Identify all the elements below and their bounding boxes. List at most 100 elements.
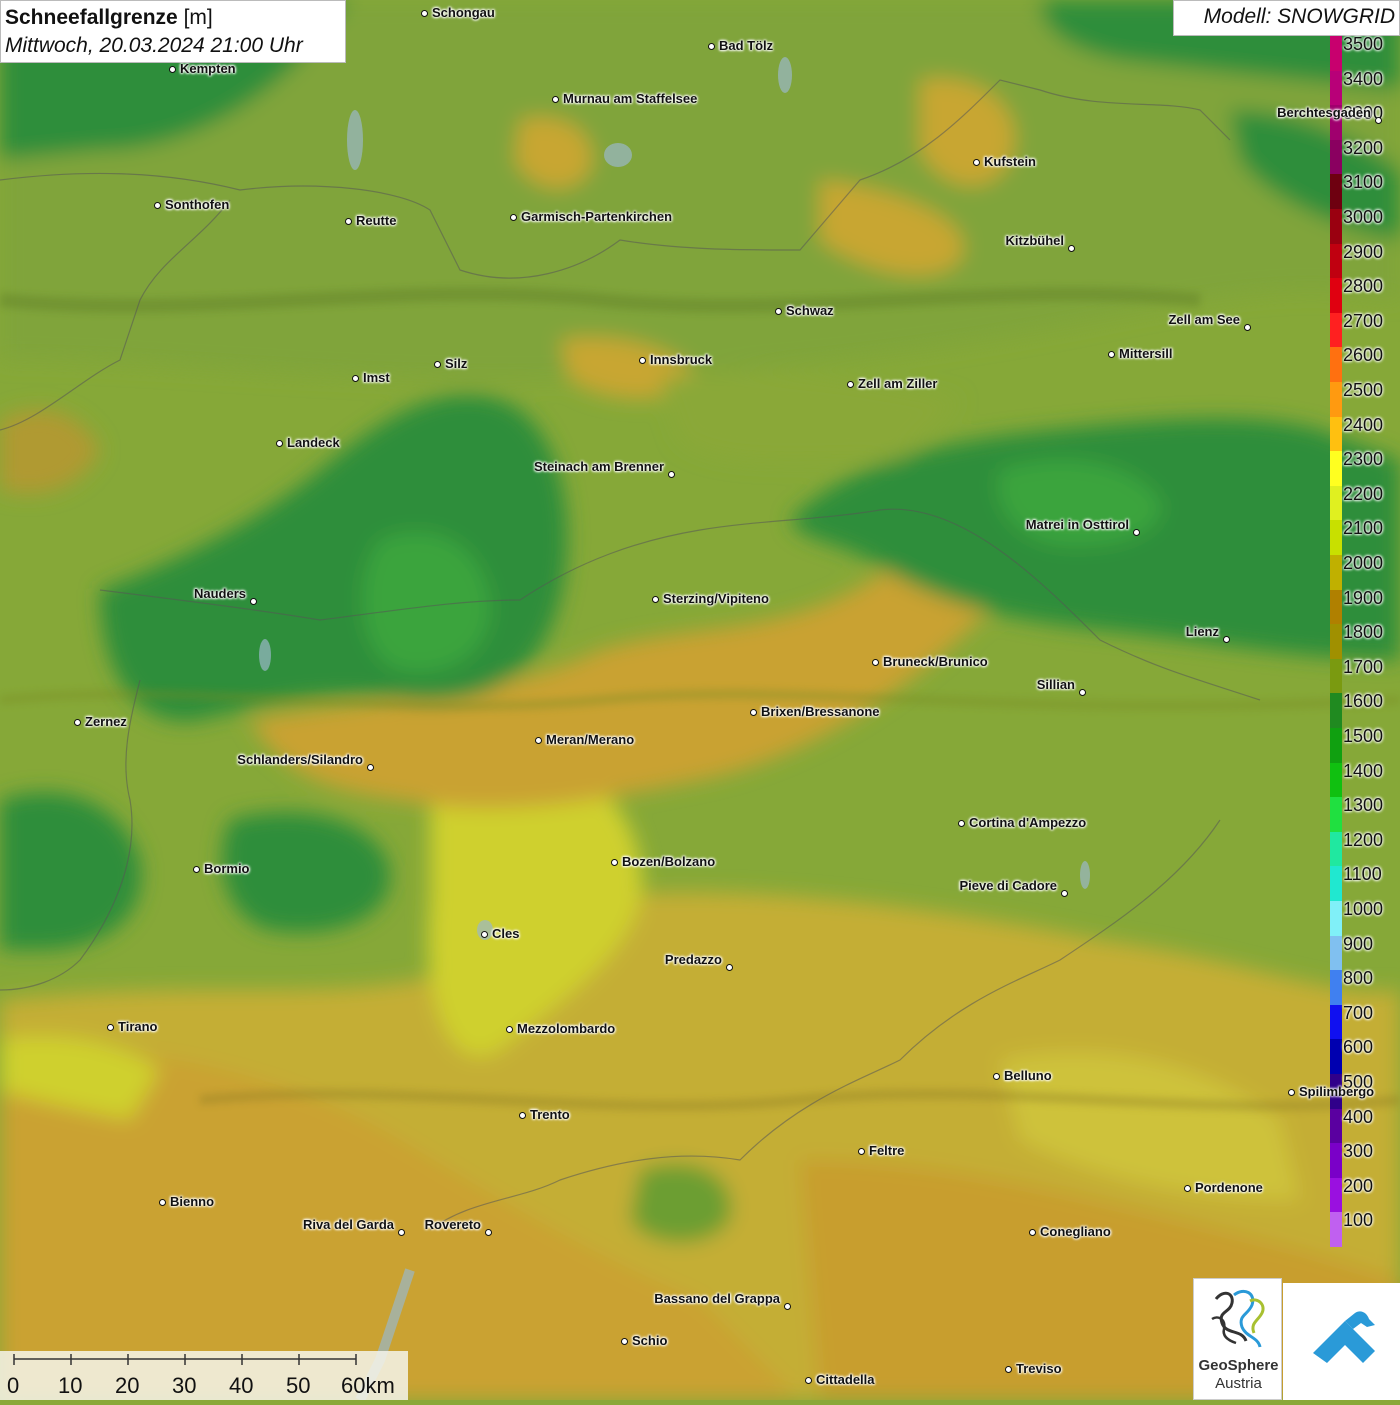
city-marker-riva-del-garda [397,1228,405,1236]
city-label-lienz: Lienz [1185,624,1219,639]
city-label-rovereto: Rovereto [424,1217,481,1232]
legend-color-1000 [1330,901,1342,937]
city-label-pieve-di-cadore: Pieve di Cadore [959,878,1057,893]
legend-label-2200: 2200 [1343,483,1384,504]
city-marker-matrei-in-osttirol [1132,528,1140,536]
city-label-mezzolombardo: Mezzolombardo [517,1021,616,1036]
scale-tick-10: 10 [58,1373,83,1398]
city-marker-belluno [992,1072,1000,1080]
legend-color-1900 [1330,589,1342,625]
city-marker-schwaz [774,307,782,315]
title-parameter: Schneefallgrenze [5,6,178,29]
city-label-spilimbergo: Spilimbergo [1299,1084,1375,1099]
city-marker-reutte [344,217,352,225]
city-label-berchtesgaden: Berchtesgaden [1277,105,1371,120]
legend-label-2400: 2400 [1343,414,1384,435]
city-label-zernez: Zernez [85,714,127,729]
city-label-schlanders-silandro: Schlanders/Silandro [237,752,363,767]
city-label-bozen-bolzano: Bozen/Bolzano [622,854,716,869]
city-marker-bormio [192,865,200,873]
legend-label-3100: 3100 [1343,172,1384,193]
legend-label-200: 200 [1343,1175,1374,1196]
legend-label-1000: 1000 [1343,899,1384,919]
legend-color-2900 [1330,243,1342,279]
city-marker-treviso [1004,1365,1012,1373]
legend-color-3500 [1330,36,1342,72]
legend-color-700 [1330,1004,1342,1040]
legend-label-1500: 1500 [1343,726,1384,746]
city-marker-kitzb-hel [1067,244,1075,252]
city-marker-bassano-del-grappa [783,1302,791,1310]
city-label-schwaz: Schwaz [786,303,834,318]
geosphere-name: GeoSphere [1198,1357,1279,1374]
city-label-brixen-bressanone: Brixen/Bressanone [761,704,880,719]
legend-label-1700: 1700 [1343,656,1384,677]
city-label-zell-am-ziller: Zell am Ziller [858,376,938,391]
city-label-zell-am-see: Zell am See [1168,312,1240,327]
city-label-tirano: Tirano [118,1019,158,1034]
city-marker-pieve-di-cadore [1060,889,1068,897]
legend-color-3200 [1330,139,1342,175]
city-marker-lienz [1222,635,1230,643]
legend-label-300: 300 [1343,1141,1374,1162]
city-marker-zernez [73,718,81,726]
city-label-murnau-am-staffelsee: Murnau am Staffelsee [563,91,698,106]
city-marker-kempten [168,65,176,73]
legend-color-3100 [1330,174,1342,210]
legend-color-1600 [1330,693,1342,729]
city-marker-feltre [857,1147,865,1155]
city-marker-sonthofen [153,201,161,209]
legend-color-900 [1330,935,1342,971]
city-marker-berchtesgaden [1374,116,1382,124]
city-label-bruneck-brunico: Bruneck/Brunico [883,654,988,669]
scale-tick-50: 50 [286,1373,311,1398]
city-marker-bozen-bolzano [610,858,618,866]
city-label-conegliano: Conegliano [1040,1224,1111,1239]
legend-color-3400 [1330,70,1342,106]
legend-color-600 [1330,1039,1342,1075]
city-marker-schio [620,1337,628,1345]
city-marker-sterzing-vipiteno [651,595,659,603]
legend-label-2800: 2800 [1343,276,1384,297]
city-label-kufstein: Kufstein [984,154,1036,169]
legend-label-2100: 2100 [1343,518,1384,539]
legend-label-1200: 1200 [1343,829,1384,850]
legend-label-2000: 2000 [1343,553,1384,573]
legend-color-200 [1330,1177,1342,1213]
scale-tick-60: 60km [341,1373,395,1398]
legend-color-1400 [1330,762,1342,798]
legend-label-1400: 1400 [1343,760,1384,781]
legend-label-2300: 2300 [1343,449,1384,470]
legend-label-900: 900 [1343,933,1374,954]
legend-label-700: 700 [1343,1002,1374,1023]
legend-label-2700: 2700 [1343,310,1384,331]
legend-color-800 [1330,970,1342,1006]
legend-color-2500 [1330,382,1342,418]
city-label-schongau: Schongau [432,5,495,20]
geosphere-country: Austria [1215,1375,1262,1392]
city-marker-murnau-am-staffelsee [551,95,559,103]
city-marker-schlanders-silandro [366,763,374,771]
city-label-bassano-del-grappa: Bassano del Grappa [654,1291,780,1306]
city-label-bad-t-lz: Bad Tölz [719,38,774,53]
city-marker-zell-am-ziller [846,380,854,388]
scale-tick-40: 40 [229,1373,254,1398]
city-label-imst: Imst [363,370,390,385]
city-label-sonthofen: Sonthofen [165,197,230,212]
city-label-nauders: Nauders [193,586,246,601]
city-label-mittersill: Mittersill [1119,346,1173,361]
city-marker-zell-am-see [1243,323,1251,331]
city-label-cles: Cles [492,926,520,941]
legend-color-3000 [1330,209,1342,245]
city-marker-meran-merano [534,736,542,744]
city-label-matrei-in-osttirol: Matrei in Osttirol [1025,517,1129,532]
city-marker-innsbruck [638,356,646,364]
city-label-kempten: Kempten [180,61,236,76]
scale-tick-30: 30 [172,1373,197,1398]
legend-label-100: 100 [1343,1210,1374,1231]
snow-mountain-icon [1313,1311,1375,1363]
city-marker-bad-t-lz [707,42,715,50]
city-marker-trento [518,1111,526,1119]
legend-label-400: 400 [1343,1106,1374,1127]
city-marker-cittadella [804,1376,812,1384]
